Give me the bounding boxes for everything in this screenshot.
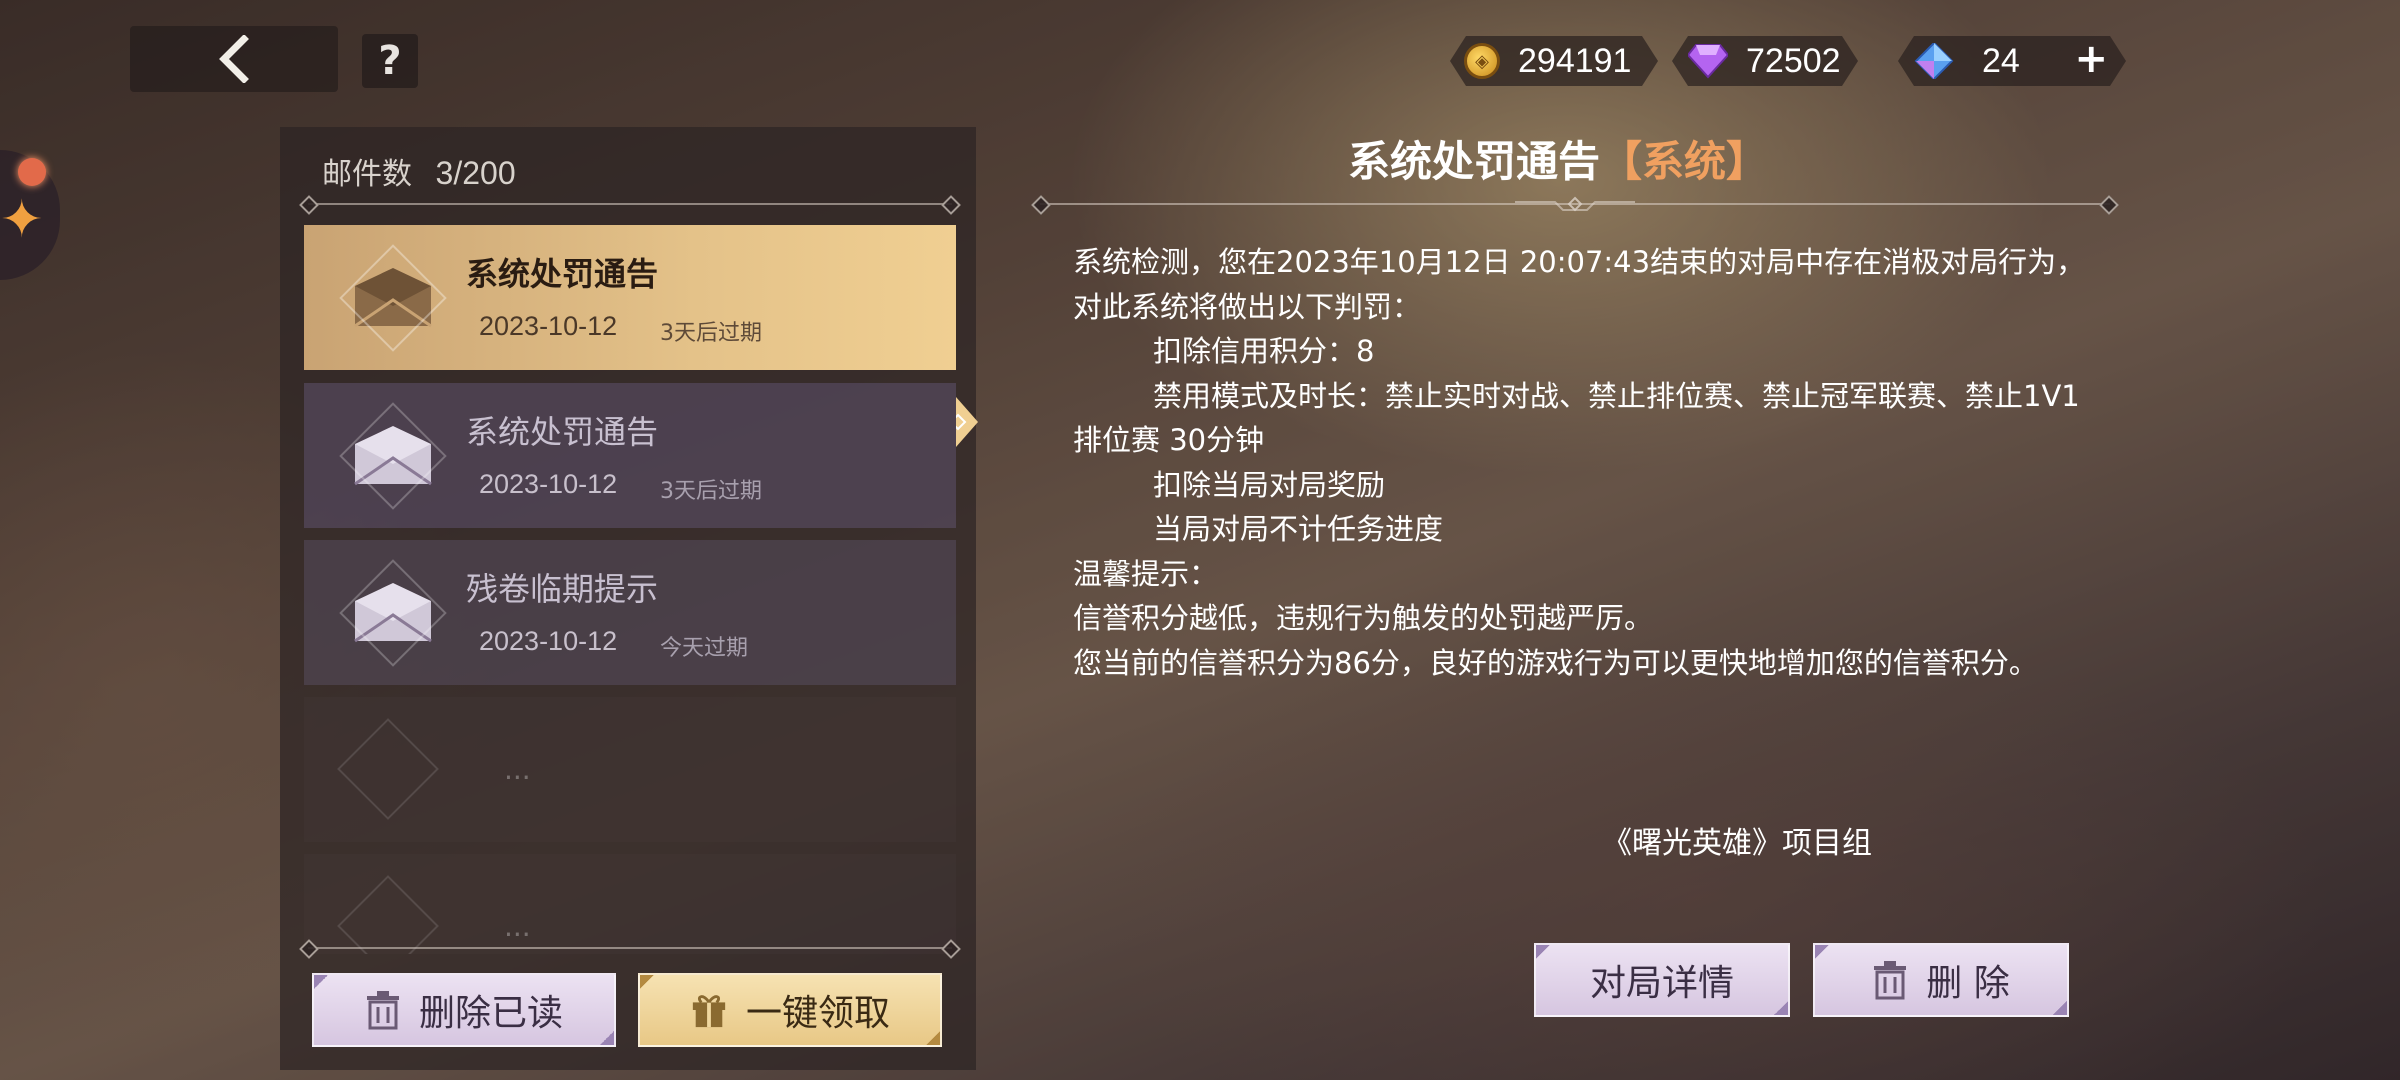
star-icon: ✦ [0,190,44,250]
mail-expiry: 3天后过期 [660,321,762,346]
mail-title: 系统处罚通告 [466,413,659,451]
delete-mail-label: 删 除 [1926,963,2010,1004]
claim-all-label: 一键领取 [745,993,890,1034]
envelope-icon [339,559,447,667]
detail-tag: 【系统】 [1600,137,1769,186]
mail-item[interactable]: 系统处罚通告 2023-10-12 3天后过期 [304,225,956,370]
mail-item[interactable]: 残卷临期提示 2023-10-12 今天过期 [304,540,956,685]
mail-count-label: 邮件数 [322,157,412,192]
empty-slot-dots: ... [504,753,531,786]
mail-title: 系统处罚通告 [466,255,659,293]
delete-read-label: 删除已读 [418,993,563,1034]
empty-slot-icon [337,718,439,820]
bottom-divider [308,947,952,949]
add-currency-button[interactable]: + [2074,36,2108,82]
body-line: 您当前的信誉积分为86分，良好的游戏行为可以更快地增加您的信誉积分。 [1073,645,2038,680]
trash-icon [1874,961,1907,1000]
blue-crystal-value: 24 [1982,41,2020,80]
divider-ornament-icon [1515,196,1635,212]
gold-coin-icon: ◈ [1464,43,1500,79]
envelope-icon [339,244,447,352]
detail-title-text: 系统处罚通告 [1348,137,1601,186]
mail-count-value: 3/200 [435,155,516,191]
empty-mail-slot: ... [304,854,956,954]
purple-gem-value: 72502 [1746,41,1841,80]
mail-date: 2023-10-12 [479,311,618,341]
mail-date: 2023-10-12 [479,626,618,656]
mail-list-panel: 邮件数 3/200 系统处罚通告 2023-10-12 3天后过期 系统处罚通告… [280,127,978,1070]
notification-dot-icon [18,158,46,186]
envelope-icon [339,402,447,510]
body-line: 禁用模式及时长：禁止实时对战、禁止排位赛、禁止冠军联赛、禁止1V1排位赛 30分… [1073,378,2080,458]
empty-mail-slot: ... [304,697,956,842]
mail-count: 邮件数 3/200 [322,149,516,193]
body-line: 当局对局不计任务进度 [1153,512,1444,546]
match-detail-button[interactable]: 对局详情 [1534,943,1790,1017]
delete-read-button[interactable]: 删除已读 [312,973,616,1047]
gift-icon [692,995,726,1028]
mail-signature: 《曙光英雄》项目组 [1602,826,1872,861]
mail-item[interactable]: 系统处罚通告 2023-10-12 3天后过期 [304,383,956,528]
trash-icon [366,991,399,1030]
body-line: 温馨提示： [1073,556,1219,591]
gold-currency: ◈ 294191 [1450,36,1658,86]
blue-crystal-currency: 24 + [1898,36,2126,86]
purple-gem-icon [1688,43,1728,79]
body-line: 系统检测，您在2023年10月12日 20:07:43结束的对局中存在消极对局行… [1073,245,2086,324]
gold-value: 294191 [1518,41,1632,80]
body-line: 扣除信用积分：8 [1153,334,1375,368]
match-detail-label: 对局详情 [1589,963,1734,1004]
mail-detail-title: 系统处罚通告【系统】 [1348,128,1768,189]
mail-body: 系统检测，您在2023年10月12日 20:07:43结束的对局中存在消极对局行… [1073,240,2093,685]
blue-crystal-icon [1914,43,1954,79]
mail-date: 2023-10-12 [479,469,618,499]
mail-expiry: 3天后过期 [660,479,762,504]
claim-all-button[interactable]: 一键领取 [638,973,942,1047]
purple-gem-currency: 72502 [1672,36,1858,86]
empty-slot-dots: ... [504,910,531,943]
selected-indicator-icon [956,397,978,447]
help-button[interactable]: ? [362,34,418,88]
body-line: 扣除当局对局奖励 [1153,467,1386,502]
mail-expiry: 今天过期 [660,636,749,661]
top-divider [308,203,952,205]
empty-slot-icon [337,875,439,954]
body-line: 信誉积分越低，违规行为触发的处罚越严厉。 [1073,601,1654,635]
back-arrow-icon [219,35,249,83]
delete-mail-button[interactable]: 删 除 [1813,943,2069,1017]
back-button[interactable] [130,26,338,92]
mail-title: 残卷临期提示 [466,570,659,608]
